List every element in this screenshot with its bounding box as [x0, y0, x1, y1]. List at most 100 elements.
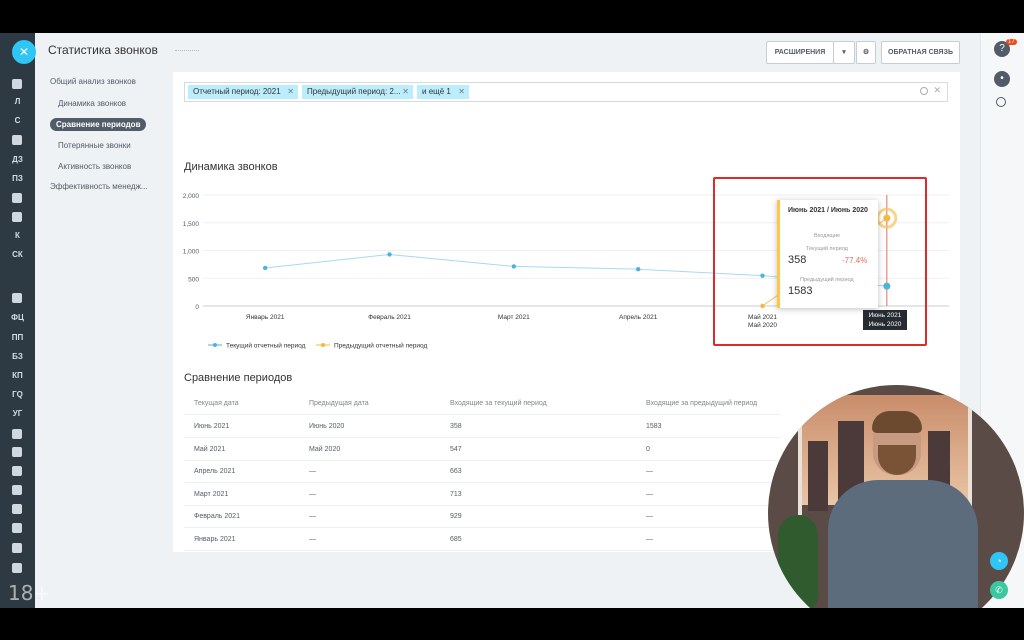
remove-chip-icon[interactable]: ✕	[402, 85, 409, 99]
table-cell: —	[646, 513, 653, 520]
mail-icon[interactable]	[12, 193, 22, 203]
app-window: ✕ Л С ДЗ ПЗ К СК ФЦ ПП БЗ КП ГQ УГ Стати…	[0, 33, 1024, 608]
table-cell: 1583	[646, 423, 662, 430]
search-icon[interactable]	[920, 87, 928, 95]
left-nav-rail: ✕ Л С ДЗ ПЗ К СК ФЦ ПП БЗ КП ГQ УГ	[0, 33, 36, 608]
video-icon[interactable]	[12, 466, 22, 476]
table-cell: 547	[450, 445, 462, 453]
table-cell: —	[309, 535, 316, 543]
table-cell: Июнь 2020	[309, 423, 345, 430]
rail-item-fc[interactable]: ФЦ	[0, 313, 35, 322]
x-tick-label: Апрель 2021	[619, 314, 658, 321]
coin-icon[interactable]	[12, 504, 22, 514]
menu-item-lost[interactable]: Потерянные звонки	[58, 141, 131, 150]
table-row: Май 2021 Май 2020 547 0	[184, 439, 780, 461]
rail-item-bz[interactable]: БЗ	[0, 352, 35, 361]
extensions-button[interactable]: РАСШИРЕНИЯ	[766, 41, 834, 64]
age-rating-watermark: 18+	[8, 581, 51, 605]
filter-bar[interactable]: Отчетный период: 2021 ✕ Предыдущий период…	[184, 82, 948, 102]
grid-icon[interactable]	[12, 563, 22, 573]
table-cell: —	[646, 535, 653, 543]
table-cell: —	[309, 490, 316, 498]
data-point[interactable]	[635, 267, 641, 272]
data-point[interactable]	[387, 252, 392, 257]
phone-icon[interactable]: ✆	[990, 581, 1008, 599]
feedback-button[interactable]: ОБРАТНАЯ СВЯЗЬ	[881, 41, 960, 64]
rail-item-dz[interactable]: ДЗ	[0, 155, 35, 164]
page-title: Статистика звонков	[48, 43, 158, 57]
filter-chip-prev-period[interactable]: Предыдущий период: 2... ✕	[302, 85, 413, 99]
task-icon[interactable]	[12, 135, 22, 145]
notification-badge: 17	[1006, 39, 1017, 45]
table-cell: 663	[450, 468, 462, 475]
search-icon[interactable]	[996, 97, 1006, 107]
rail-item-kp[interactable]: КП	[0, 371, 35, 380]
gear-icon[interactable]: ⚙	[856, 41, 876, 64]
rail-item-s[interactable]: С	[0, 116, 35, 125]
y-tick-label: 500	[188, 276, 199, 283]
table-row: Июнь 2021 Июнь 2020 358 1583	[184, 416, 780, 438]
rail-item-pp[interactable]: ПП	[0, 333, 35, 342]
x-tick-label: Февраль 2021	[368, 314, 411, 321]
rail-item-pz[interactable]: ПЗ	[0, 174, 35, 183]
remove-chip-icon[interactable]: ✕	[458, 85, 465, 99]
car-icon[interactable]	[12, 429, 22, 439]
bank-icon[interactable]	[12, 543, 22, 553]
legend-marker	[321, 343, 325, 347]
person-hair	[872, 411, 922, 433]
table-cell: —	[646, 468, 653, 475]
menu-item-compare[interactable]: Сравнение периодов	[50, 118, 147, 131]
rail-item-sk[interactable]: СК	[0, 250, 35, 259]
data-point[interactable]	[262, 265, 268, 271]
table-header: Текущая дата Предыдущая дата Входящие за…	[184, 393, 780, 415]
rail-item-gq[interactable]: ГQ	[0, 390, 35, 399]
col-header-previous-date[interactable]: Предыдущая дата	[309, 400, 369, 407]
data-point[interactable]	[511, 264, 517, 269]
legend-label[interactable]: Текущий отчетный период	[226, 342, 306, 350]
filter-chip-period[interactable]: Отчетный период: 2021 ✕	[188, 85, 298, 99]
open-lines-icon[interactable]: ◔	[990, 552, 1008, 570]
users-icon[interactable]	[12, 293, 22, 303]
analytics-icon[interactable]	[12, 485, 22, 495]
menu-icon[interactable]	[12, 79, 22, 89]
filter-chip-more[interactable]: и ещё 1 ✕	[417, 85, 469, 99]
chat-icon[interactable]	[12, 212, 22, 222]
legend-label[interactable]: Предыдущий отчетный период	[334, 342, 427, 350]
remove-chip-icon[interactable]: ✕	[287, 85, 294, 99]
menu-item-efficiency[interactable]: Эффективность менедж...	[50, 182, 148, 191]
menu-item-activity[interactable]: Активность звонков	[58, 162, 131, 171]
bell-icon[interactable]: •	[994, 71, 1010, 87]
window-frame	[798, 385, 802, 515]
target-icon[interactable]	[12, 523, 22, 533]
calendar-icon[interactable]	[12, 447, 22, 457]
highlight-box	[713, 177, 927, 346]
x-tick-label: Январь 2021	[246, 314, 285, 321]
col-header-previous-incoming[interactable]: Входящие за предыдущий период	[646, 400, 757, 407]
table-row: Февраль 2021 — 929 —	[184, 506, 780, 528]
menu-item-overall[interactable]: Общий анализ звонков	[50, 77, 136, 86]
table-row: Апрель 2021 — 663 —	[184, 461, 780, 483]
table-cell: Май 2021	[194, 445, 226, 453]
col-header-current-incoming[interactable]: Входящие за текущий период	[450, 400, 547, 407]
building	[808, 441, 828, 511]
title-divider	[175, 50, 199, 51]
y-tick-label: 0	[195, 304, 199, 311]
table-cell: 685	[450, 535, 462, 543]
extensions-dropdown-button[interactable]: ▾	[833, 41, 855, 64]
table-cell: 713	[450, 490, 462, 498]
y-tick-label: 2,000	[183, 193, 200, 200]
table-cell: Март 2021	[194, 490, 229, 498]
col-header-current-date[interactable]: Текущая дата	[194, 400, 239, 407]
close-slider-button[interactable]: ✕	[12, 40, 36, 64]
rail-item-k[interactable]: К	[0, 231, 35, 240]
filter-chip-label: Отчетный период: 2021	[193, 87, 281, 96]
table-cell: 0	[646, 445, 650, 453]
clear-filter-icon[interactable]: ✕	[933, 85, 941, 96]
rail-item-l[interactable]: Л	[0, 97, 35, 106]
person-body	[828, 480, 978, 608]
rail-item-ug[interactable]: УГ	[0, 409, 35, 418]
filter-chip-label: Предыдущий период: 2...	[307, 87, 401, 96]
table-cell: Июнь 2021	[194, 423, 230, 430]
menu-item-dynamics[interactable]: Динамика звонков	[58, 99, 126, 108]
table-row: Март 2021 — 713 —	[184, 484, 780, 506]
